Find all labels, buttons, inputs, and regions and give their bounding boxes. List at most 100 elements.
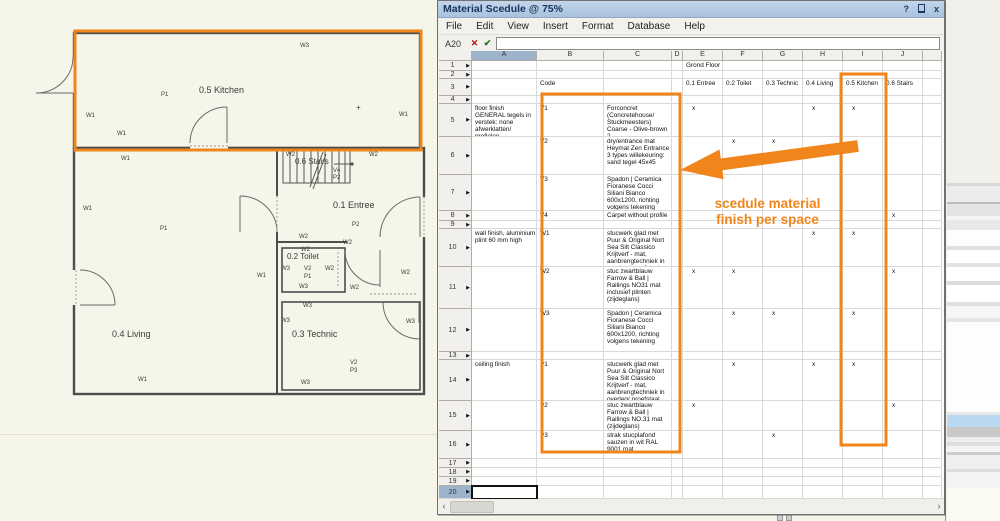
cell-K2[interactable] — [923, 71, 942, 79]
row-header-6[interactable]: 6▶ — [439, 137, 472, 175]
cell-J4[interactable] — [883, 96, 923, 104]
cell-E15[interactable]: x — [683, 401, 723, 431]
cell-A14[interactable]: ceiling finish — [472, 360, 537, 401]
cell-H10[interactable]: x — [803, 229, 843, 267]
cell-H7[interactable] — [803, 175, 843, 211]
cell-D3[interactable] — [672, 79, 683, 96]
cell-F5[interactable] — [723, 104, 763, 137]
cell-D15[interactable] — [672, 401, 683, 431]
cell-D5[interactable] — [672, 104, 683, 137]
cell-E2[interactable] — [683, 71, 723, 79]
cell-D9[interactable] — [672, 221, 683, 229]
cell-I5[interactable]: x — [843, 104, 883, 137]
cell-H19[interactable] — [803, 477, 843, 486]
cell-A15[interactable] — [472, 401, 537, 431]
cell-H16[interactable] — [803, 431, 843, 459]
cell-J5[interactable] — [883, 104, 923, 137]
cancel-entry-icon[interactable]: ✕ — [468, 38, 481, 49]
cell-G7[interactable] — [763, 175, 803, 211]
close-icon[interactable]: x — [934, 4, 939, 14]
cell-A17[interactable] — [472, 459, 537, 468]
cell-F6[interactable]: x — [723, 137, 763, 175]
cell-J6[interactable] — [883, 137, 923, 175]
cell-E3[interactable]: 0.1 Entree — [683, 79, 723, 96]
cell-F15[interactable] — [723, 401, 763, 431]
cell-K14[interactable] — [923, 360, 942, 401]
cell-E19[interactable] — [683, 477, 723, 486]
cell-A18[interactable] — [472, 468, 537, 477]
cell-I14[interactable]: x — [843, 360, 883, 401]
cell-A12[interactable] — [472, 309, 537, 352]
cell-E7[interactable] — [683, 175, 723, 211]
cell-C12[interactable]: Spadon | Ceramica Fioranese Cocci Silian… — [604, 309, 672, 352]
confirm-entry-icon[interactable]: ✔ — [481, 38, 494, 49]
cell-B6[interactable]: V2 — [537, 137, 604, 175]
cell-E13[interactable] — [683, 352, 723, 360]
cell-C4[interactable] — [604, 96, 672, 104]
cell-F12[interactable]: x — [723, 309, 763, 352]
row-header-1[interactable]: 1▶ — [439, 61, 472, 71]
cell-K13[interactable] — [923, 352, 942, 360]
cell-C9[interactable] — [604, 221, 672, 229]
cell-F11[interactable]: x — [723, 267, 763, 309]
cell-C11[interactable]: stuc zwartblauw Farrow & Ball | Railings… — [604, 267, 672, 309]
cell-B11[interactable]: W2 — [537, 267, 604, 309]
spreadsheet-grid[interactable]: ABCDEFGHIJ1▶Grond Floor2▶3▶Code0.1 Entre… — [439, 51, 944, 499]
cell-F17[interactable] — [723, 459, 763, 468]
cell-D4[interactable] — [672, 96, 683, 104]
cell-K19[interactable] — [923, 477, 942, 486]
cell-J10[interactable] — [883, 229, 923, 267]
row-header-14[interactable]: 14▶ — [439, 360, 472, 401]
cell-K4[interactable] — [923, 96, 942, 104]
cell-B1[interactable] — [537, 61, 604, 71]
cell-H13[interactable] — [803, 352, 843, 360]
row-header-8[interactable]: 8▶ — [439, 211, 472, 221]
row-header-15[interactable]: 15▶ — [439, 401, 472, 431]
cell-H18[interactable] — [803, 468, 843, 477]
selected-cell-A20[interactable] — [471, 485, 538, 499]
cell-B12[interactable]: W3 — [537, 309, 604, 352]
select-all-corner[interactable] — [439, 51, 472, 61]
cell-F2[interactable] — [723, 71, 763, 79]
cell-F14[interactable]: x — [723, 360, 763, 401]
cell-B16[interactable]: P3 — [537, 431, 604, 459]
cell-C3[interactable] — [604, 79, 672, 96]
col-header-G[interactable]: G — [763, 51, 803, 61]
cell-J15[interactable]: x — [883, 401, 923, 431]
cell-K9[interactable] — [923, 221, 942, 229]
cell-C8[interactable]: Carpet without profile — [604, 211, 672, 221]
cell-I13[interactable] — [843, 352, 883, 360]
cell-G3[interactable]: 0.3 Technic — [763, 79, 803, 96]
cell-E6[interactable] — [683, 137, 723, 175]
menu-format[interactable]: Format — [582, 21, 614, 32]
cell-B9[interactable] — [537, 221, 604, 229]
col-header-C[interactable]: C — [604, 51, 672, 61]
cell-C18[interactable] — [604, 468, 672, 477]
cell-F16[interactable] — [723, 431, 763, 459]
window-titlebar[interactable]: Material Scedule @ 75% ? x — [438, 1, 944, 18]
cell-G14[interactable] — [763, 360, 803, 401]
cell-H3[interactable]: 0.4 Living — [803, 79, 843, 96]
cell-G1[interactable] — [763, 61, 803, 71]
cell-D12[interactable] — [672, 309, 683, 352]
cell-C2[interactable] — [604, 71, 672, 79]
cell-D11[interactable] — [672, 267, 683, 309]
cell-A8[interactable] — [472, 211, 537, 221]
cell-J1[interactable] — [883, 61, 923, 71]
cell-H4[interactable] — [803, 96, 843, 104]
cell-E5[interactable]: x — [683, 104, 723, 137]
cell-J2[interactable] — [883, 71, 923, 79]
cell-E4[interactable] — [683, 96, 723, 104]
cell-B3[interactable]: Code — [537, 79, 604, 96]
col-header-E[interactable]: E — [683, 51, 723, 61]
cell-C7[interactable]: Spadon | Ceramica Fioranese Cocci Silian… — [604, 175, 672, 211]
pin-icon[interactable] — [918, 4, 925, 15]
cell-G17[interactable] — [763, 459, 803, 468]
cell-I15[interactable] — [843, 401, 883, 431]
cell-F19[interactable] — [723, 477, 763, 486]
row-header-10[interactable]: 10▶ — [439, 229, 472, 267]
cell-C10[interactable]: stucwerk glad met Puur & Original Nort S… — [604, 229, 672, 267]
cell-D16[interactable] — [672, 431, 683, 459]
cell-D18[interactable] — [672, 468, 683, 477]
cell-I12[interactable]: x — [843, 309, 883, 352]
